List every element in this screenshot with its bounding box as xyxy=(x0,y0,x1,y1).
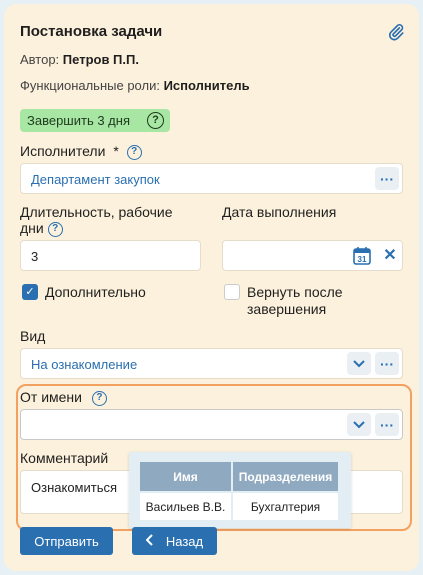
paperclip-icon[interactable] xyxy=(387,23,405,41)
duration-value[interactable]: 3 xyxy=(31,249,38,264)
clear-date-icon[interactable]: ✕ xyxy=(379,245,401,267)
duration-input[interactable]: 3 xyxy=(20,240,201,271)
help-icon[interactable]: ? xyxy=(147,112,164,129)
return-after-label[interactable]: Вернуть после завершения xyxy=(247,284,343,318)
return-after-checkbox[interactable] xyxy=(224,284,240,300)
author-value: Петров П.П. xyxy=(62,52,139,67)
due-date-label: Дата выполнения xyxy=(222,204,337,220)
required-mark: * xyxy=(113,143,119,159)
calendar-icon-day: 31 xyxy=(358,255,367,264)
on-behalf-more-button[interactable]: ··· xyxy=(375,413,399,436)
on-behalf-label: От имени xyxy=(20,389,82,405)
form-title: Постановка задачи xyxy=(20,23,163,40)
on-behalf-help-icon[interactable]: ? xyxy=(91,390,107,406)
back-button[interactable]: Назад xyxy=(132,527,217,555)
on-behalf-label-row: От имени ? xyxy=(20,389,107,406)
return-after-label-line1: Вернуть после xyxy=(247,284,343,300)
roles-label: Функциональные роли: xyxy=(20,78,164,93)
send-button[interactable]: Отправить xyxy=(20,527,113,555)
deadline-badge: Завершить 3 дня ? xyxy=(20,109,170,132)
additional-checkbox[interactable]: ✓ xyxy=(22,284,38,300)
kind-label: Вид xyxy=(20,328,46,344)
executors-field[interactable]: Департамент закупок ··· xyxy=(20,163,403,194)
duration-label-line1: Длительность, рабочие xyxy=(20,204,173,220)
kind-select[interactable]: На ознакомление ··· xyxy=(20,348,403,379)
due-date-input[interactable]: 31 ✕ xyxy=(222,240,403,271)
kind-value[interactable]: На ознакомление xyxy=(31,357,137,372)
back-button-label: Назад xyxy=(165,533,204,549)
duration-label-line2: дни xyxy=(20,220,44,236)
calendar-icon[interactable]: 31 xyxy=(352,246,372,266)
deadline-badge-label: Завершить 3 дня xyxy=(27,113,130,128)
executors-label: Исполнители xyxy=(20,143,106,159)
additional-label[interactable]: Дополнительно xyxy=(45,284,146,300)
suggestion-popup: Имя Подразделения Васильев В.В. Бухгалте… xyxy=(129,452,351,528)
chevron-down-icon[interactable] xyxy=(347,352,371,375)
popup-column-department: Подразделения xyxy=(233,462,338,491)
comment-value[interactable]: Ознакомиться xyxy=(31,480,117,495)
executors-label-row: Исполнители * ? xyxy=(20,143,142,160)
executors-value[interactable]: Департамент закупок xyxy=(31,172,160,187)
executors-more-button[interactable]: ··· xyxy=(375,167,399,190)
kind-more-button[interactable]: ··· xyxy=(375,352,399,375)
duration-label: Длительность, рабочие дни ? xyxy=(20,204,172,237)
executors-help-icon[interactable]: ? xyxy=(126,144,142,160)
comment-label: Комментарий xyxy=(20,450,109,466)
roles-line: Функциональные роли: Исполнитель xyxy=(20,78,250,93)
roles-value: Исполнитель xyxy=(163,78,250,93)
duration-help-icon[interactable]: ? xyxy=(47,221,63,237)
return-after-label-line2: завершения xyxy=(247,301,327,317)
popup-column-name: Имя xyxy=(140,462,231,491)
author-label: Автор: xyxy=(20,52,63,67)
author-line: Автор: Петров П.П. xyxy=(20,52,139,67)
popup-cell-name[interactable]: Васильев В.В. xyxy=(140,493,231,520)
chevron-left-icon xyxy=(145,533,154,549)
popup-cell-department[interactable]: Бухгалтерия xyxy=(233,493,338,520)
on-behalf-chevron-down-icon[interactable] xyxy=(347,413,371,436)
on-behalf-select[interactable]: ··· xyxy=(20,409,403,440)
